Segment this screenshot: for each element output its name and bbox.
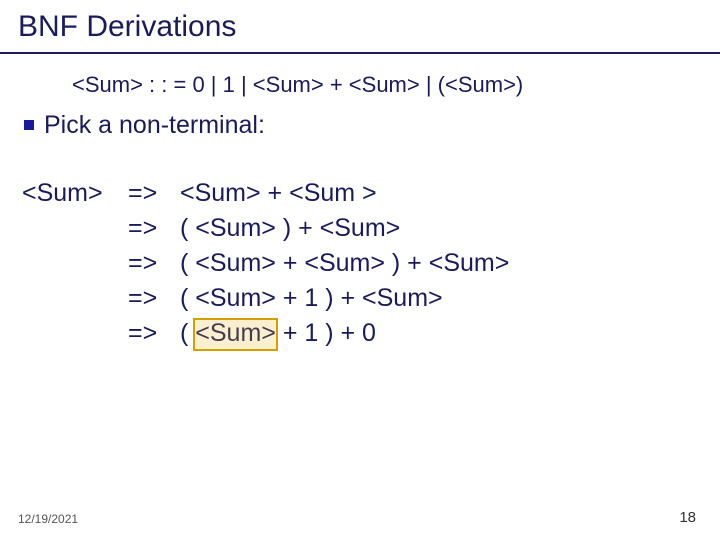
- slide-title: BNF Derivations: [0, 0, 720, 52]
- bullet-icon: [24, 120, 34, 130]
- derivation-arrow: =>: [128, 281, 180, 316]
- derivation-step: =>( <Sum> ) + <Sum>: [22, 211, 720, 246]
- derivation-rhs: <Sum> + <Sum >: [180, 179, 377, 207]
- highlight-text: <Sum>: [195, 319, 276, 347]
- grammar-rule: <Sum> : : = 0 | 1 | <Sum> + <Sum> | (<Su…: [0, 54, 720, 98]
- derivation-arrow: =>: [128, 176, 180, 211]
- derivation-step: =>( <Sum> + 1 ) + 0: [22, 316, 720, 351]
- pick-label: Pick a non-terminal:: [44, 111, 265, 139]
- derivation-rhs: ( <Sum> + <Sum> ) + <Sum>: [180, 249, 509, 277]
- derivation-step: <Sum>=><Sum> + <Sum >: [22, 176, 720, 211]
- derivation-rhs: ( <Sum> + 1 ) + <Sum>: [180, 284, 443, 312]
- derivation-step: =>( <Sum> + <Sum> ) + <Sum>: [22, 246, 720, 281]
- slide: BNF Derivations <Sum> : : = 0 | 1 | <Sum…: [0, 0, 720, 540]
- derivation-rhs-prefix: (: [180, 319, 195, 347]
- derivation-lhs: <Sum>: [22, 176, 128, 211]
- derivation-step: =>( <Sum> + 1 ) + <Sum>: [22, 281, 720, 316]
- highlighted-nonterminal: <Sum>: [195, 316, 276, 351]
- footer-page-number: 18: [679, 509, 696, 526]
- derivation-arrow: =>: [128, 246, 180, 281]
- derivation-arrow: =>: [128, 211, 180, 246]
- footer-date: 12/19/2021: [18, 512, 78, 526]
- derivation-rhs-suffix: + 1 ) + 0: [276, 319, 376, 347]
- derivation-rhs: ( <Sum> ) + <Sum>: [180, 214, 400, 242]
- derivation-block: <Sum>=><Sum> + <Sum > =>( <Sum> ) + <Sum…: [0, 140, 720, 351]
- pick-row: Pick a non-terminal:: [0, 98, 720, 140]
- derivation-arrow: =>: [128, 316, 180, 351]
